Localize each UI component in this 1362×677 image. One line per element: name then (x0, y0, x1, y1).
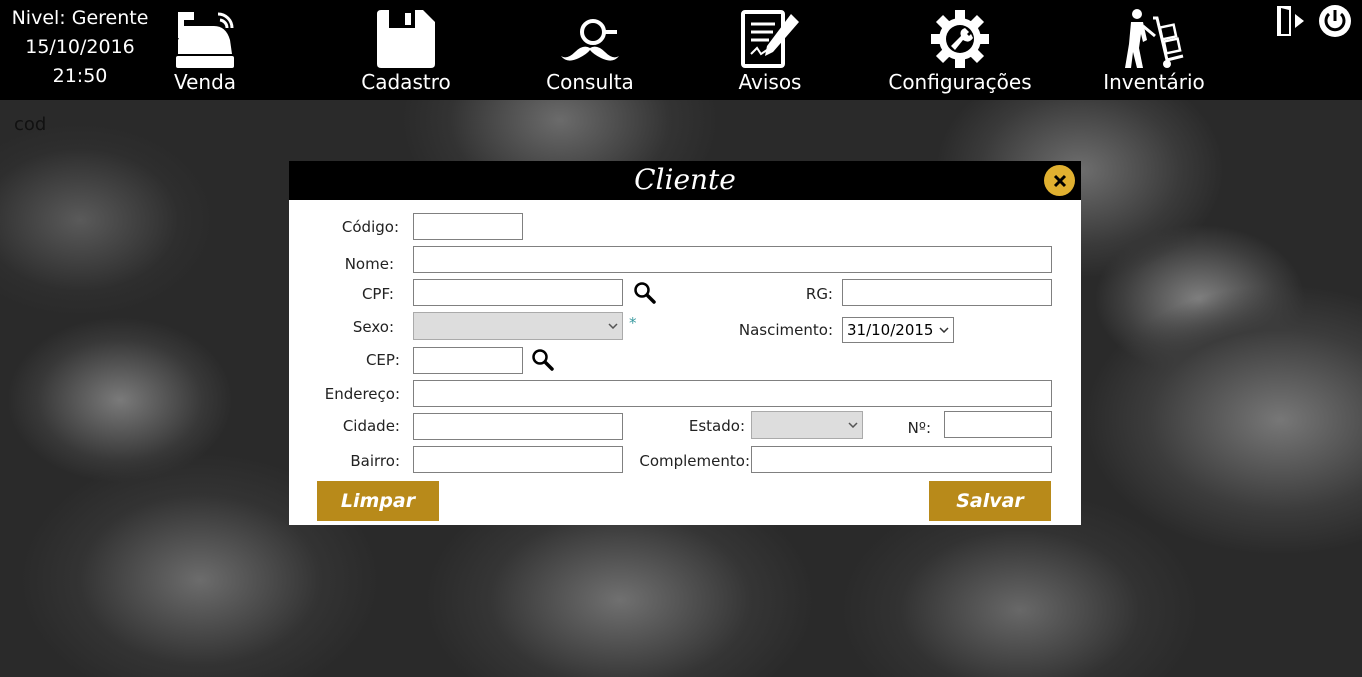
rg-label: RG: (805, 285, 833, 303)
nav-label: Venda (173, 70, 237, 94)
cpf-search-icon[interactable] (633, 281, 657, 305)
sexo-label: Sexo: (352, 318, 394, 336)
cidade-label: Cidade: (342, 417, 400, 435)
nav-label: Avisos (738, 70, 802, 94)
bairro-label: Bairro: (350, 452, 400, 470)
nav-label: Cadastro (361, 70, 451, 94)
nome-label: Nome: (344, 255, 394, 273)
logout-door-icon[interactable] (1274, 4, 1308, 38)
modal-header: Cliente (289, 161, 1081, 200)
top-navigation-bar: Nivel: Gerente 15/10/2016 21:50 Venda Ca… (0, 0, 1362, 100)
gear-wrench-icon (927, 4, 993, 70)
close-icon (1053, 174, 1066, 187)
nav-avisos[interactable]: Avisos (730, 0, 810, 100)
codigo-label: Código: (341, 218, 399, 236)
nav-label: Consulta (546, 70, 634, 94)
complemento-input[interactable] (751, 446, 1052, 473)
complemento-label: Complemento: (639, 452, 750, 470)
power-icon[interactable] (1318, 4, 1352, 38)
nascimento-value: 31/10/2015 (847, 321, 934, 339)
chevron-down-icon (608, 323, 618, 329)
cidade-input[interactable] (413, 413, 623, 440)
current-date: 15/10/2016 (25, 36, 135, 58)
bairro-input[interactable] (413, 446, 623, 473)
estado-label: Estado: (688, 417, 745, 435)
current-time: 21:50 (52, 65, 108, 87)
numero-label: Nº: (907, 419, 931, 437)
nav-venda[interactable]: Venda (165, 0, 245, 100)
cod-label: cod (14, 114, 47, 135)
cep-label: CEP: (365, 351, 400, 369)
salvar-button[interactable]: Salvar (929, 481, 1051, 521)
nav-cadastro[interactable]: Cadastro (356, 0, 456, 100)
cash-register-icon (172, 4, 238, 70)
user-level: Nivel: Gerente (11, 7, 149, 29)
chevron-down-icon (848, 422, 858, 428)
numero-input[interactable] (944, 411, 1052, 438)
estado-select[interactable] (751, 411, 863, 439)
cliente-modal: Cliente Código: Nome: CPF: RG: Sexo: * N… (289, 161, 1081, 525)
endereco-label: Endereço: (324, 385, 400, 403)
endereco-input[interactable] (413, 380, 1052, 407)
hand-truck-icon (1121, 4, 1187, 70)
sexo-select[interactable] (413, 312, 623, 340)
limpar-button[interactable]: Limpar (317, 481, 439, 521)
nav-configuracoes[interactable]: Configurações (885, 0, 1035, 100)
nascimento-date-picker[interactable]: 31/10/2015 (842, 317, 954, 343)
save-disk-icon (373, 4, 439, 70)
close-button[interactable] (1044, 165, 1075, 196)
modal-title: Cliente (634, 163, 736, 196)
mustache-magnifier-icon (557, 4, 623, 70)
rg-input[interactable] (842, 279, 1052, 306)
chevron-down-icon (939, 327, 949, 333)
cpf-label: CPF: (361, 285, 394, 303)
codigo-input[interactable] (413, 213, 523, 240)
cpf-input[interactable] (413, 279, 623, 306)
document-edit-icon (737, 4, 803, 70)
nome-input[interactable] (413, 246, 1052, 273)
nav-consulta[interactable]: Consulta (540, 0, 640, 100)
session-status: Nivel: Gerente 15/10/2016 21:50 (0, 4, 160, 91)
nascimento-label: Nascimento: (738, 321, 833, 339)
nav-label: Inventário (1103, 70, 1205, 94)
cep-input[interactable] (413, 347, 523, 374)
required-asterisk: * (629, 314, 637, 332)
nav-label: Configurações (888, 70, 1032, 94)
nav-inventario[interactable]: Inventário (1100, 0, 1208, 100)
cep-search-icon[interactable] (531, 348, 555, 372)
